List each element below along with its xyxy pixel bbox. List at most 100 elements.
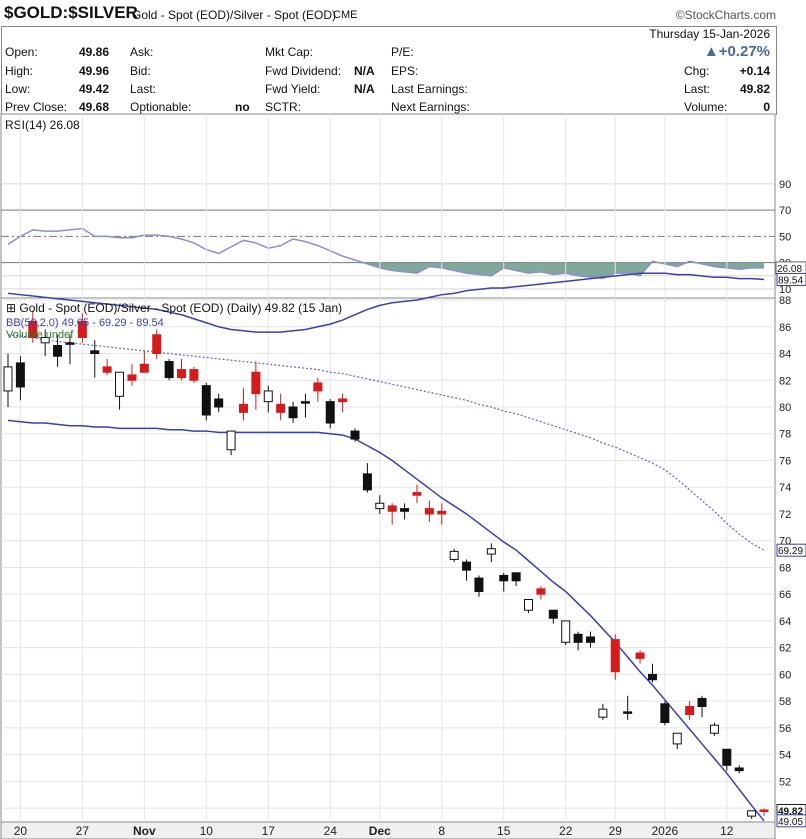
symbol-description: Gold - Spot (EOD)/Silver - Spot (EOD) bbox=[132, 8, 337, 22]
optionable-label: Optionable: bbox=[130, 100, 192, 114]
price-tick-label: 76 bbox=[779, 455, 791, 467]
fwd-yield-label: Fwd Yield: bbox=[265, 82, 321, 96]
candle-body bbox=[90, 350, 100, 355]
candle-body bbox=[325, 401, 335, 424]
rsi-title: RSI(14) 26.08 bbox=[5, 118, 80, 132]
candle-body bbox=[251, 371, 261, 395]
price-panel-frame bbox=[0, 297, 776, 823]
x-tick-label: Dec bbox=[369, 824, 391, 838]
last-label: Last: bbox=[684, 82, 711, 96]
x-tick-label: 8 bbox=[438, 824, 445, 838]
candle-body bbox=[313, 382, 323, 392]
candle-body bbox=[288, 406, 298, 419]
exchange: CME bbox=[333, 9, 358, 21]
candle-body bbox=[437, 510, 447, 515]
candle-body bbox=[3, 366, 13, 392]
rsi-tick-label: 90 bbox=[779, 179, 791, 191]
candle-body bbox=[709, 724, 719, 734]
candle-body bbox=[102, 366, 112, 373]
x-tick-label: 22 bbox=[559, 824, 573, 838]
volume-legend: Volume undef bbox=[6, 329, 74, 341]
price-tick-label: 64 bbox=[779, 616, 791, 628]
candle-body bbox=[610, 639, 620, 673]
candle-body bbox=[585, 636, 595, 643]
open-value: 49.86 bbox=[79, 45, 110, 59]
candle-body bbox=[499, 574, 509, 582]
bb-middle-value-box bbox=[776, 543, 806, 557]
candle-body bbox=[139, 363, 149, 373]
brand-watermark: ©StockCharts.com bbox=[675, 8, 776, 22]
candle-body bbox=[660, 703, 670, 724]
price-tick-label: 82 bbox=[779, 375, 791, 387]
candle-body bbox=[623, 711, 633, 714]
last-value: 49.82 bbox=[739, 82, 770, 96]
candle-body bbox=[598, 708, 608, 718]
candle-body bbox=[561, 620, 571, 643]
candle-body bbox=[536, 588, 546, 595]
rsi-line bbox=[7, 227, 764, 280]
next-earnings-label: Next Earnings: bbox=[391, 100, 470, 114]
candle-body bbox=[28, 320, 38, 338]
candle-body bbox=[462, 561, 472, 571]
candle-body bbox=[486, 548, 496, 555]
candle-body bbox=[647, 673, 657, 681]
candle-body bbox=[759, 809, 769, 812]
candle-body bbox=[362, 473, 372, 491]
candle-body bbox=[400, 508, 410, 512]
high-label: High: bbox=[5, 64, 34, 78]
low-value: 49.42 bbox=[79, 82, 110, 96]
rsi-oversold-fill bbox=[355, 262, 764, 279]
prev-close-label: Prev Close: bbox=[5, 100, 68, 114]
x-tick-label: 27 bbox=[76, 824, 90, 838]
bb-legend: BB(50,2.0) 49.05 - 69.29 - 89.54 bbox=[6, 317, 164, 329]
bid-label: Bid: bbox=[130, 64, 151, 78]
candle-body bbox=[635, 652, 645, 659]
pe-label: P/E: bbox=[391, 45, 414, 59]
candle-body bbox=[350, 430, 360, 440]
candle-body bbox=[177, 369, 187, 379]
candle-body bbox=[263, 390, 273, 403]
rsi-tick-label: 30 bbox=[779, 258, 791, 270]
title-bar: $GOLD:$SILVER Gold - Spot (EOD)/Silver -… bbox=[0, 0, 806, 26]
last-price-value-label: 49.82 bbox=[778, 807, 803, 818]
candle-body bbox=[53, 344, 63, 357]
price-tick-label: 72 bbox=[779, 509, 791, 521]
candle-body bbox=[722, 748, 732, 766]
up-triangle-icon: ▲ bbox=[703, 43, 719, 60]
candle-body bbox=[201, 385, 211, 416]
price-tick-label: 68 bbox=[779, 562, 791, 574]
fwd-yield-value: N/A bbox=[354, 82, 375, 96]
volume-label: Volume: bbox=[684, 100, 728, 114]
price-tick-label: 74 bbox=[779, 482, 791, 494]
x-tick-label: 10 bbox=[200, 824, 214, 838]
x-tick-label: 2026 bbox=[652, 824, 679, 838]
candle-body bbox=[214, 398, 224, 408]
rsi-tick-label: 10 bbox=[779, 284, 791, 296]
chg-value: +0.14 bbox=[739, 64, 770, 78]
candle-body bbox=[548, 609, 558, 619]
candle-body bbox=[734, 767, 744, 772]
candle-body bbox=[375, 502, 385, 510]
bb-lower-band bbox=[7, 419, 765, 822]
bb-lower-value-label: 49.05 bbox=[778, 817, 803, 828]
last-price-value-box bbox=[776, 804, 806, 818]
rsi-last-value-label: 26.08 bbox=[777, 264, 802, 275]
prev-close-value: 49.68 bbox=[79, 100, 110, 114]
price-tick-label: 84 bbox=[779, 349, 791, 361]
candle-body bbox=[189, 369, 199, 381]
price-tick-label: 56 bbox=[779, 723, 791, 735]
candle-body bbox=[672, 732, 682, 745]
price-tick-label: 54 bbox=[779, 750, 791, 762]
candle-body bbox=[238, 403, 248, 413]
candle-body bbox=[424, 508, 434, 515]
candle-body bbox=[524, 599, 534, 611]
volume-value: 0 bbox=[763, 100, 770, 114]
candle-body bbox=[40, 336, 50, 344]
candle-body bbox=[300, 401, 310, 404]
candle-body bbox=[685, 705, 695, 716]
fwd-dividend-label: Fwd Dividend: bbox=[265, 64, 342, 78]
chart-area: 10 30 50 70 90 26.08 RSI(14) 26.08 52 54 56 58 60 62… bbox=[0, 113, 806, 839]
candle-body bbox=[747, 810, 757, 817]
bb-upper-band bbox=[7, 272, 765, 333]
eps-label: EPS: bbox=[391, 64, 419, 78]
